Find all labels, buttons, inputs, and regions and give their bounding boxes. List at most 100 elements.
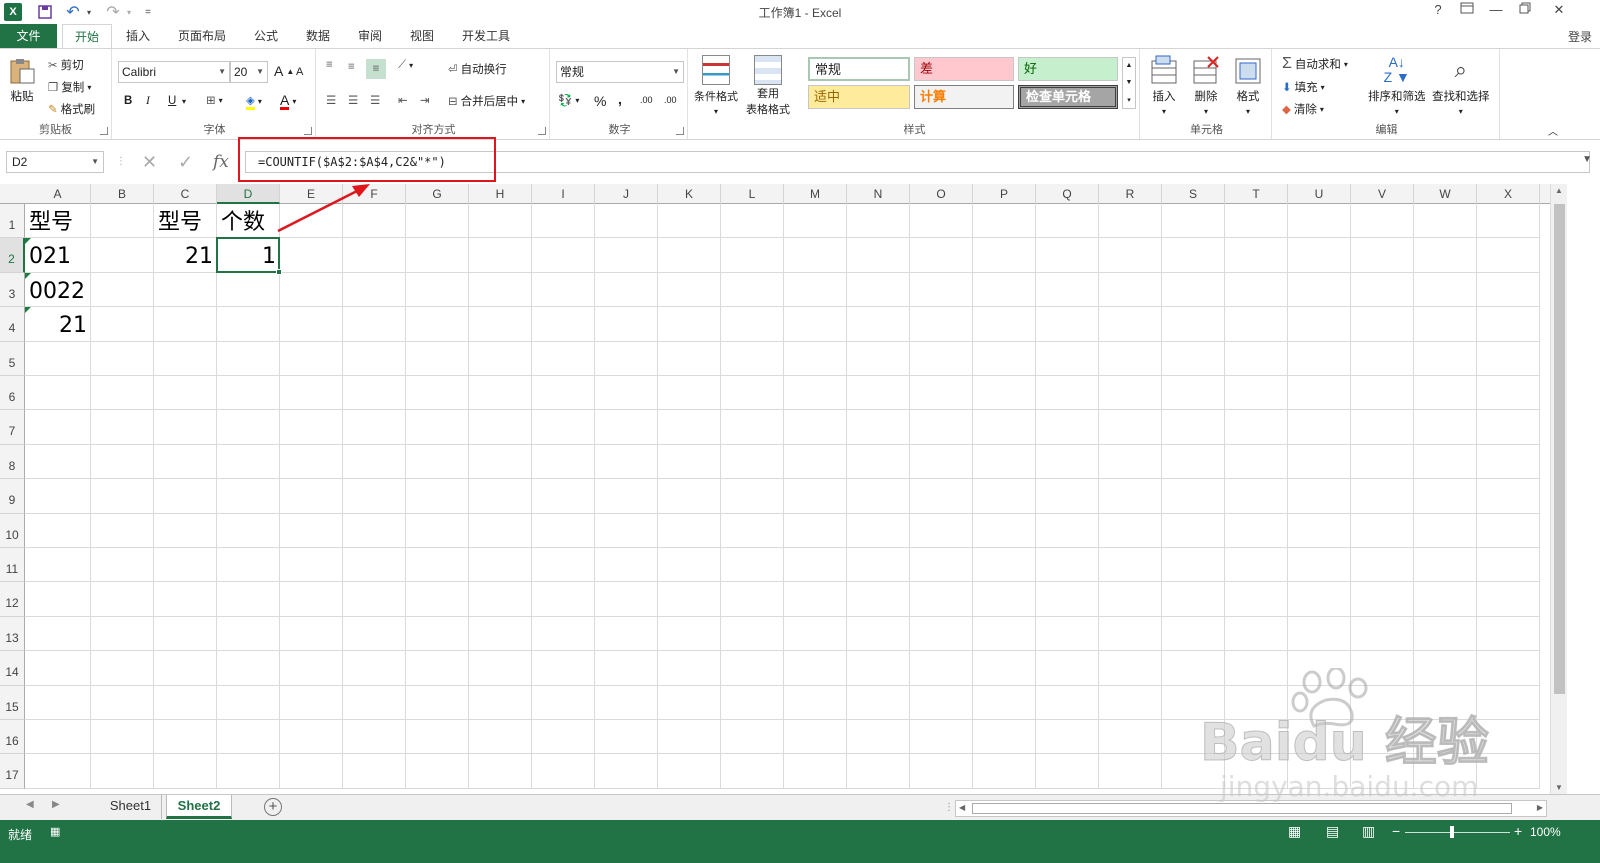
zoom-level[interactable]: 100% bbox=[1530, 825, 1561, 839]
scroll-down-icon[interactable]: ▼ bbox=[1555, 783, 1563, 792]
font-name-select[interactable]: Calibri ▼ bbox=[118, 61, 230, 83]
clear-button[interactable]: ◆ 清除 ▾ bbox=[1282, 101, 1324, 117]
alignment-launcher-icon[interactable] bbox=[538, 127, 546, 135]
row-header-16[interactable]: 16 bbox=[0, 720, 25, 755]
column-header-g[interactable]: G bbox=[406, 184, 469, 204]
shrink-font-button[interactable]: A bbox=[296, 66, 303, 78]
column-header-t[interactable]: T bbox=[1225, 184, 1288, 204]
row-header-15[interactable]: 15 bbox=[0, 685, 25, 720]
align-left-button[interactable]: ☰ bbox=[326, 93, 336, 107]
underline-dropdown-icon[interactable]: ▾ bbox=[182, 97, 186, 106]
text-number-indicator-icon[interactable] bbox=[25, 238, 31, 245]
row-header-17[interactable]: 17 bbox=[0, 754, 25, 789]
column-header-v[interactable]: V bbox=[1351, 184, 1414, 204]
column-header-n[interactable]: N bbox=[847, 184, 910, 204]
cut-button[interactable]: ✂ 剪切 bbox=[48, 57, 84, 73]
row-header-2[interactable]: 2 bbox=[0, 238, 25, 273]
tab-home[interactable]: 开始 bbox=[62, 24, 112, 49]
paste-button[interactable]: 粘贴 bbox=[8, 57, 36, 104]
row-header-4[interactable]: 4 bbox=[0, 307, 25, 342]
column-header-b[interactable]: B bbox=[91, 184, 154, 204]
fill-color-button[interactable]: ◈ ▾ bbox=[246, 93, 262, 110]
tab-developer[interactable]: 开发工具 bbox=[454, 24, 518, 48]
macro-record-icon[interactable]: ▦ bbox=[50, 825, 60, 838]
vertical-scroll-thumb[interactable] bbox=[1554, 204, 1565, 694]
normal-view-icon[interactable]: ▦ bbox=[1288, 823, 1301, 840]
align-right-button[interactable]: ☰ bbox=[370, 93, 380, 107]
style-check-cell[interactable]: 检查单元格 bbox=[1018, 85, 1118, 109]
column-header-i[interactable]: I bbox=[532, 184, 595, 204]
font-color-button[interactable]: A ▾ bbox=[280, 93, 296, 110]
column-header-s[interactable]: S bbox=[1162, 184, 1225, 204]
zoom-slider-thumb[interactable] bbox=[1450, 826, 1454, 838]
text-number-indicator-icon[interactable] bbox=[25, 272, 31, 279]
row-header-10[interactable]: 10 bbox=[0, 513, 25, 548]
column-header-p[interactable]: P bbox=[973, 184, 1036, 204]
conditional-format-button[interactable]: 条件格式 ▾ bbox=[694, 55, 738, 116]
style-bad[interactable]: 差 bbox=[914, 57, 1014, 81]
cell-c1[interactable]: 型号 bbox=[154, 206, 217, 240]
decrease-indent-button[interactable]: ⇤ bbox=[398, 93, 408, 107]
align-center-button[interactable]: ☰ bbox=[348, 93, 358, 107]
sort-filter-button[interactable]: A↓ Z ▼ 排序和筛选 ▾ bbox=[1368, 55, 1426, 117]
close-button[interactable]: ✕ bbox=[1545, 2, 1573, 22]
align-middle-button[interactable]: ≡ bbox=[348, 61, 355, 73]
vertical-scrollbar[interactable]: ▲ ▼ bbox=[1550, 184, 1567, 794]
format-painter-button[interactable]: ✎ 格式刷 bbox=[48, 101, 95, 117]
tab-file[interactable]: 文件 bbox=[0, 24, 57, 48]
fill-button[interactable]: ⬇ 填充 ▾ bbox=[1282, 79, 1325, 95]
minimize-button[interactable]: — bbox=[1482, 2, 1510, 22]
accounting-format-button[interactable]: 💱 ▾ bbox=[558, 93, 579, 107]
row-header-11[interactable]: 11 bbox=[0, 548, 25, 583]
tab-view[interactable]: 视图 bbox=[402, 24, 442, 48]
restore-icon[interactable] bbox=[1511, 2, 1539, 22]
column-header-k[interactable]: K bbox=[658, 184, 721, 204]
text-number-indicator-icon[interactable] bbox=[25, 307, 31, 314]
column-header-c[interactable]: C bbox=[154, 184, 217, 204]
styles-scroll[interactable]: ▲ ▼ ▾ bbox=[1122, 57, 1136, 109]
collapse-ribbon-icon[interactable]: ︿ bbox=[1548, 123, 1558, 138]
italic-button[interactable]: I bbox=[146, 95, 150, 107]
column-header-w[interactable]: W bbox=[1414, 184, 1477, 204]
column-header-r[interactable]: R bbox=[1099, 184, 1162, 204]
sign-in-link[interactable]: 登录 bbox=[1568, 28, 1592, 45]
scroll-up-icon[interactable]: ▲ bbox=[1555, 186, 1563, 195]
format-cells-button[interactable]: 格式 ▾ bbox=[1234, 55, 1262, 116]
row-header-3[interactable]: 3 bbox=[0, 272, 25, 308]
font-launcher-icon[interactable] bbox=[304, 127, 312, 135]
clipboard-launcher-icon[interactable] bbox=[100, 127, 108, 135]
ribbon-display-icon[interactable] bbox=[1453, 2, 1481, 22]
sheet-next-icon[interactable]: ▶ bbox=[52, 799, 60, 810]
style-good[interactable]: 好 bbox=[1018, 57, 1118, 81]
borders-button[interactable]: ⊞ ▾ bbox=[206, 93, 223, 107]
decrease-decimal-button[interactable]: .00 bbox=[664, 95, 677, 105]
cell-a2[interactable]: 021 bbox=[25, 240, 91, 274]
add-sheet-button[interactable]: + bbox=[264, 798, 282, 816]
merge-center-button[interactable]: ⊟ 合并后居中 ▾ bbox=[448, 93, 525, 109]
tab-formulas[interactable]: 公式 bbox=[246, 24, 286, 48]
row-header-1[interactable]: 1 bbox=[0, 204, 25, 239]
insert-function-button[interactable]: fx bbox=[213, 150, 229, 174]
row-header-14[interactable]: 14 bbox=[0, 651, 25, 686]
column-header-a[interactable]: A bbox=[25, 184, 91, 204]
enter-check-icon[interactable]: ✓ bbox=[178, 150, 193, 174]
delete-cells-button[interactable]: 删除 ▾ bbox=[1192, 55, 1220, 116]
tab-data[interactable]: 数据 bbox=[298, 24, 338, 48]
align-bottom-button[interactable]: ≡ bbox=[366, 59, 386, 79]
sheet-tab-sheet2[interactable]: Sheet2 bbox=[166, 795, 232, 819]
autosum-button[interactable]: Σ 自动求和 ▾ bbox=[1282, 55, 1348, 73]
increase-decimal-button[interactable]: .00 bbox=[640, 95, 653, 105]
row-header-6[interactable]: 6 bbox=[0, 376, 25, 411]
grow-font-button[interactable]: A ▲ bbox=[274, 63, 294, 79]
cell-a4[interactable]: 21 bbox=[25, 309, 91, 343]
row-header-5[interactable]: 5 bbox=[0, 341, 25, 376]
column-header-d[interactable]: D bbox=[217, 184, 280, 204]
name-box[interactable]: D2 ▼ bbox=[6, 151, 104, 173]
fill-handle[interactable] bbox=[276, 268, 282, 275]
sheet-tab-sheet1[interactable]: Sheet1 bbox=[100, 795, 162, 819]
tab-split-grip-icon[interactable]: ⋮ bbox=[944, 802, 954, 813]
row-header-12[interactable]: 12 bbox=[0, 582, 25, 617]
copy-button[interactable]: ❐ 复制 ▾ bbox=[48, 79, 91, 95]
sheet-prev-icon[interactable]: ◀ bbox=[26, 799, 34, 810]
scroll-right-icon[interactable]: ▶ bbox=[1537, 803, 1543, 812]
